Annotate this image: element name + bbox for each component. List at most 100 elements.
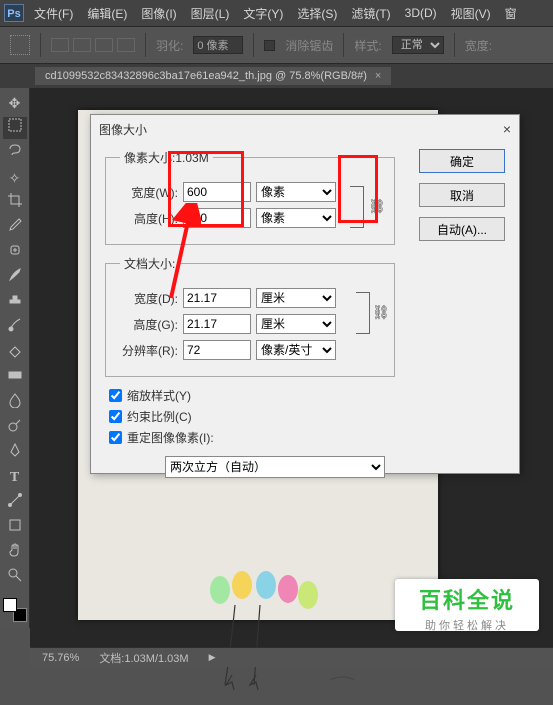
dialog-button-column: 确定 取消 自动(A)... <box>419 149 505 241</box>
menu-file[interactable]: 文件(F) <box>30 5 77 22</box>
watermark-badge: 百科全说 助你轻松解决 <box>395 579 539 631</box>
separator <box>253 33 254 57</box>
toolbox: ✥ ✧ T <box>0 88 30 628</box>
selection-mode-group <box>51 38 135 52</box>
constrain-proportions-label: 约束比例(C) <box>127 408 192 425</box>
menu-filter[interactable]: 滤镜(T) <box>347 5 394 22</box>
menu-window[interactable]: 窗 <box>501 5 521 22</box>
style-select[interactable]: 正常 <box>392 36 444 54</box>
height-unit-select[interactable]: 像素 <box>256 208 336 228</box>
blur-tool-icon[interactable] <box>3 392 27 414</box>
constrain-link-icon[interactable]: ⛓ <box>368 198 382 214</box>
dialog-body: 像素大小:1.03M 宽度(W): 像素 高度(H): 像素 ⛓ 文档大小: 宽… <box>91 143 519 488</box>
options-checks: 缩放样式(Y) 约束比例(C) 重定图像像素(I): <box>109 387 509 446</box>
watermark-subtitle: 助你轻松解决 <box>395 617 539 633</box>
antialias-label: 消除锯齿 <box>285 37 333 54</box>
zoom-level[interactable]: 75.76% <box>42 652 79 664</box>
resolution-label: 分辨率(R): <box>120 342 178 359</box>
dialog-title-text: 图像大小 <box>99 121 147 138</box>
resample-checkbox[interactable] <box>109 431 122 444</box>
separator <box>40 33 41 57</box>
height-label: 高度(H): <box>120 210 178 227</box>
scale-styles-label: 缩放样式(Y) <box>127 387 191 404</box>
resample-label: 重定图像像素(I): <box>127 429 214 446</box>
move-tool-icon[interactable]: ✥ <box>3 92 27 114</box>
shape-tool-icon[interactable] <box>3 517 27 539</box>
watermark-title: 百科全说 <box>395 583 539 615</box>
resolution-unit-select[interactable]: 像素/英寸 <box>256 340 336 360</box>
pen-tool-icon[interactable] <box>3 442 27 464</box>
feather-input[interactable] <box>193 36 243 54</box>
crop-tool-icon[interactable] <box>3 192 27 214</box>
document-tab-bar: cd1099532c83432896c3ba17e61ea942_th.jpg … <box>0 64 553 88</box>
dialog-titlebar[interactable]: 图像大小 × <box>91 115 519 143</box>
history-brush-tool-icon[interactable] <box>3 317 27 339</box>
menu-select[interactable]: 选择(S) <box>293 5 341 22</box>
selection-subtract-icon[interactable] <box>95 38 113 52</box>
options-bar: 羽化: 消除锯齿 样式: 正常 宽度: <box>0 26 553 64</box>
menu-bar: Ps 文件(F) 编辑(E) 图像(I) 图层(L) 文字(Y) 选择(S) 滤… <box>0 0 553 26</box>
constrain-link-icon[interactable]: ⛓ <box>372 304 386 320</box>
path-tool-icon[interactable] <box>3 492 27 514</box>
document-size-group: 文档大小: 宽度(D): 厘米 高度(G): 厘米 分辨率(R): 像素/英寸 … <box>105 255 395 377</box>
chevron-right-icon[interactable]: ▶ <box>209 652 216 663</box>
magic-wand-tool-icon[interactable]: ✧ <box>3 167 27 189</box>
width-input[interactable] <box>183 182 251 202</box>
doc-height-unit-select[interactable]: 厘米 <box>256 314 336 334</box>
selection-new-icon[interactable] <box>51 38 69 52</box>
type-tool-icon[interactable]: T <box>3 467 27 489</box>
image-size-dialog: 图像大小 × 像素大小:1.03M 宽度(W): 像素 高度(H): 像素 ⛓ … <box>90 114 520 474</box>
close-icon[interactable]: × <box>503 121 511 137</box>
interpolation-select[interactable]: 两次立方（自动） <box>165 456 385 478</box>
color-swatches[interactable] <box>3 598 27 622</box>
document-tab[interactable]: cd1099532c83432896c3ba17e61ea942_th.jpg … <box>35 67 391 85</box>
constrain-proportions-checkbox[interactable] <box>109 410 122 423</box>
doc-height-label: 高度(G): <box>120 316 178 333</box>
feather-label: 羽化: <box>156 37 183 54</box>
marquee-tool-icon[interactable] <box>10 35 30 55</box>
ok-button[interactable]: 确定 <box>419 149 505 173</box>
foreground-color-swatch[interactable] <box>3 598 17 612</box>
separator <box>343 33 344 57</box>
ps-logo-icon: Ps <box>4 4 24 22</box>
close-icon[interactable]: × <box>375 70 381 82</box>
width-unit-select[interactable]: 像素 <box>256 182 336 202</box>
separator <box>145 33 146 57</box>
doc-width-label: 宽度(D): <box>120 290 178 307</box>
dodge-tool-icon[interactable] <box>3 417 27 439</box>
gradient-tool-icon[interactable] <box>3 367 27 389</box>
pixel-dimensions-legend: 像素大小:1.03M <box>120 149 213 166</box>
separator <box>454 33 455 57</box>
hand-tool-icon[interactable] <box>3 542 27 564</box>
doc-height-input[interactable] <box>183 314 251 334</box>
eyedropper-tool-icon[interactable] <box>3 217 27 239</box>
cancel-button[interactable]: 取消 <box>419 183 505 207</box>
height-input[interactable] <box>183 208 251 228</box>
menu-view[interactable]: 视图(V) <box>447 5 495 22</box>
antialias-checkbox[interactable] <box>264 40 275 51</box>
document-size-legend: 文档大小: <box>120 255 179 272</box>
document-tab-title: cd1099532c83432896c3ba17e61ea942_th.jpg … <box>45 70 367 82</box>
link-bracket-icon <box>350 186 364 228</box>
menu-3d[interactable]: 3D(D) <box>401 6 441 20</box>
doc-width-input[interactable] <box>183 288 251 308</box>
menu-image[interactable]: 图像(I) <box>137 5 180 22</box>
brush-tool-icon[interactable] <box>3 267 27 289</box>
menu-layer[interactable]: 图层(L) <box>187 5 234 22</box>
doc-width-unit-select[interactable]: 厘米 <box>256 288 336 308</box>
status-bar: 75.76% 文档:1.03M/1.03M ▶ <box>30 647 553 667</box>
lasso-tool-icon[interactable] <box>3 142 27 164</box>
scale-styles-checkbox[interactable] <box>109 389 122 402</box>
marquee-tool-icon[interactable] <box>3 117 27 139</box>
menu-type[interactable]: 文字(Y) <box>239 5 287 22</box>
stamp-tool-icon[interactable] <box>3 292 27 314</box>
menu-edit[interactable]: 编辑(E) <box>83 5 131 22</box>
eraser-tool-icon[interactable] <box>3 342 27 364</box>
healing-tool-icon[interactable] <box>3 242 27 264</box>
resolution-input[interactable] <box>183 340 251 360</box>
selection-intersect-icon[interactable] <box>117 38 135 52</box>
pixel-dimensions-group: 像素大小:1.03M 宽度(W): 像素 高度(H): 像素 ⛓ <box>105 149 395 245</box>
zoom-tool-icon[interactable] <box>3 567 27 589</box>
selection-add-icon[interactable] <box>73 38 91 52</box>
auto-button[interactable]: 自动(A)... <box>419 217 505 241</box>
